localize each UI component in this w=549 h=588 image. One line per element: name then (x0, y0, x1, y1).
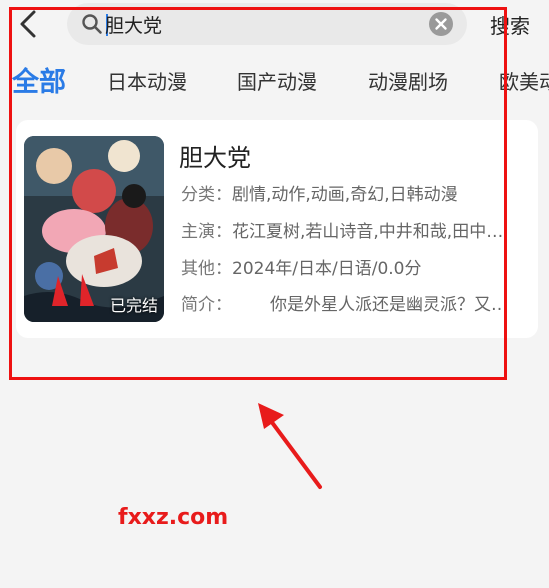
other-row: 其他：2024年/日本/日语/0.0分 (181, 254, 531, 279)
search-icon (82, 14, 102, 34)
search-button[interactable]: 搜索 (490, 10, 530, 39)
other-label: 其他： (181, 259, 232, 279)
result-card[interactable]: 已完结 胆大党 分类：剧情,动作,动画,奇幻,日韩动漫 主演：花江夏树,若山诗音… (16, 120, 538, 338)
back-button[interactable] (14, 6, 44, 42)
tab-western-anime[interactable]: 欧美动漫 (499, 66, 549, 95)
back-arrow-icon (20, 10, 36, 38)
status-badge: 已完结 (109, 296, 158, 315)
intro-value: 你是外星人派还是幽灵派？又… (270, 295, 508, 315)
category-tabs: 全部 日本动漫 国产动漫 动漫剧场 欧美动漫 (0, 58, 549, 98)
clear-icon (435, 18, 447, 30)
intro-row: 简介： 你是外星人派还是幽灵派？又… (181, 290, 531, 315)
tab-japanese-anime[interactable]: 日本动漫 (107, 66, 187, 95)
tab-chinese-anime[interactable]: 国产动漫 (237, 66, 317, 95)
category-value: 剧情,动作,动画,奇幻,日韩动漫 (232, 185, 458, 205)
tab-all[interactable]: 全部 (12, 60, 66, 98)
search-box[interactable] (67, 3, 467, 45)
category-row: 分类：剧情,动作,动画,奇幻,日韩动漫 (181, 180, 531, 205)
cast-label: 主演： (181, 222, 232, 242)
poster-image[interactable]: 已完结 (24, 136, 164, 322)
category-label: 分类： (181, 185, 232, 205)
watermark: fxxz.com (118, 505, 229, 530)
result-title[interactable]: 胆大党 (179, 138, 251, 173)
cast-row: 主演：花江夏树,若山诗音,中井和哉,田中… (181, 217, 531, 242)
clear-search-button[interactable] (429, 12, 453, 36)
annotation-arrow-icon (258, 403, 322, 489)
search-input[interactable] (105, 11, 415, 37)
tab-anime-theater[interactable]: 动漫剧场 (368, 66, 448, 95)
cast-value: 花江夏树,若山诗音,中井和哉,田中… (232, 222, 504, 242)
other-value: 2024年/日本/日语/0.0分 (232, 259, 422, 279)
intro-label: 简介： (181, 295, 232, 315)
